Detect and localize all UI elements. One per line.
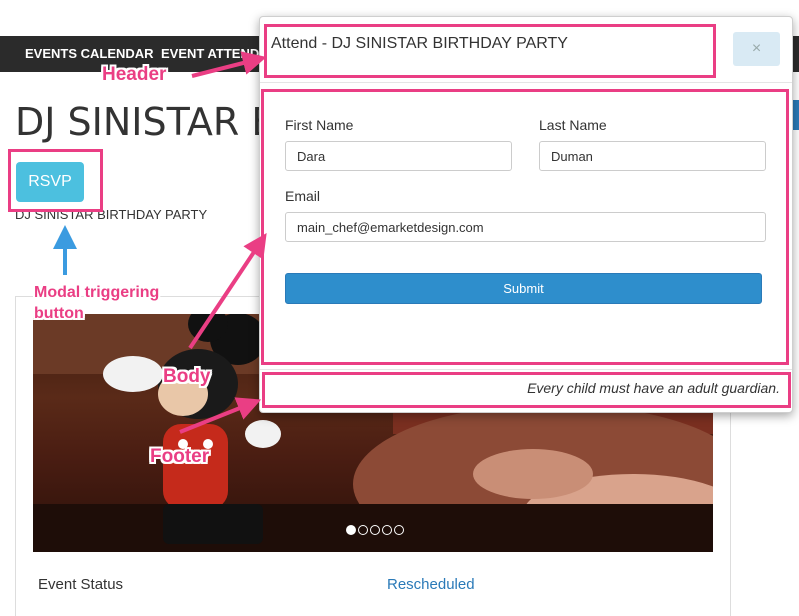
modal-footer-divider: [260, 369, 792, 370]
annotation-box-body: [261, 89, 789, 365]
modal-close-button[interactable]: ×: [733, 32, 780, 66]
annotation-box-trigger: [8, 149, 103, 212]
nav-item-events-calendar[interactable]: EVENTS CALENDAR: [25, 46, 154, 61]
annotation-box-header: [264, 24, 716, 78]
slider-dots: [346, 525, 404, 535]
annotation-label-trigger-line2: button: [34, 305, 84, 322]
event-status-label: Event Status: [38, 576, 124, 593]
annotation-label-body: Body: [163, 366, 211, 387]
modal-header-divider: [260, 82, 792, 83]
annotation-label-footer: Footer: [150, 446, 210, 467]
annotation-box-footer: [262, 372, 791, 408]
slider-dot[interactable]: [370, 525, 380, 535]
event-status-value[interactable]: Rescheduled: [387, 576, 475, 593]
annotation-label-header: Header: [102, 64, 167, 85]
slider-dot[interactable]: [358, 525, 368, 535]
slider-dot[interactable]: [382, 525, 392, 535]
slider-dot[interactable]: [394, 525, 404, 535]
annotation-label-trigger-line1: Modal triggering: [34, 284, 160, 301]
annotation-label-trigger: Modal triggering button: [34, 282, 159, 324]
slider-dot[interactable]: [346, 525, 356, 535]
